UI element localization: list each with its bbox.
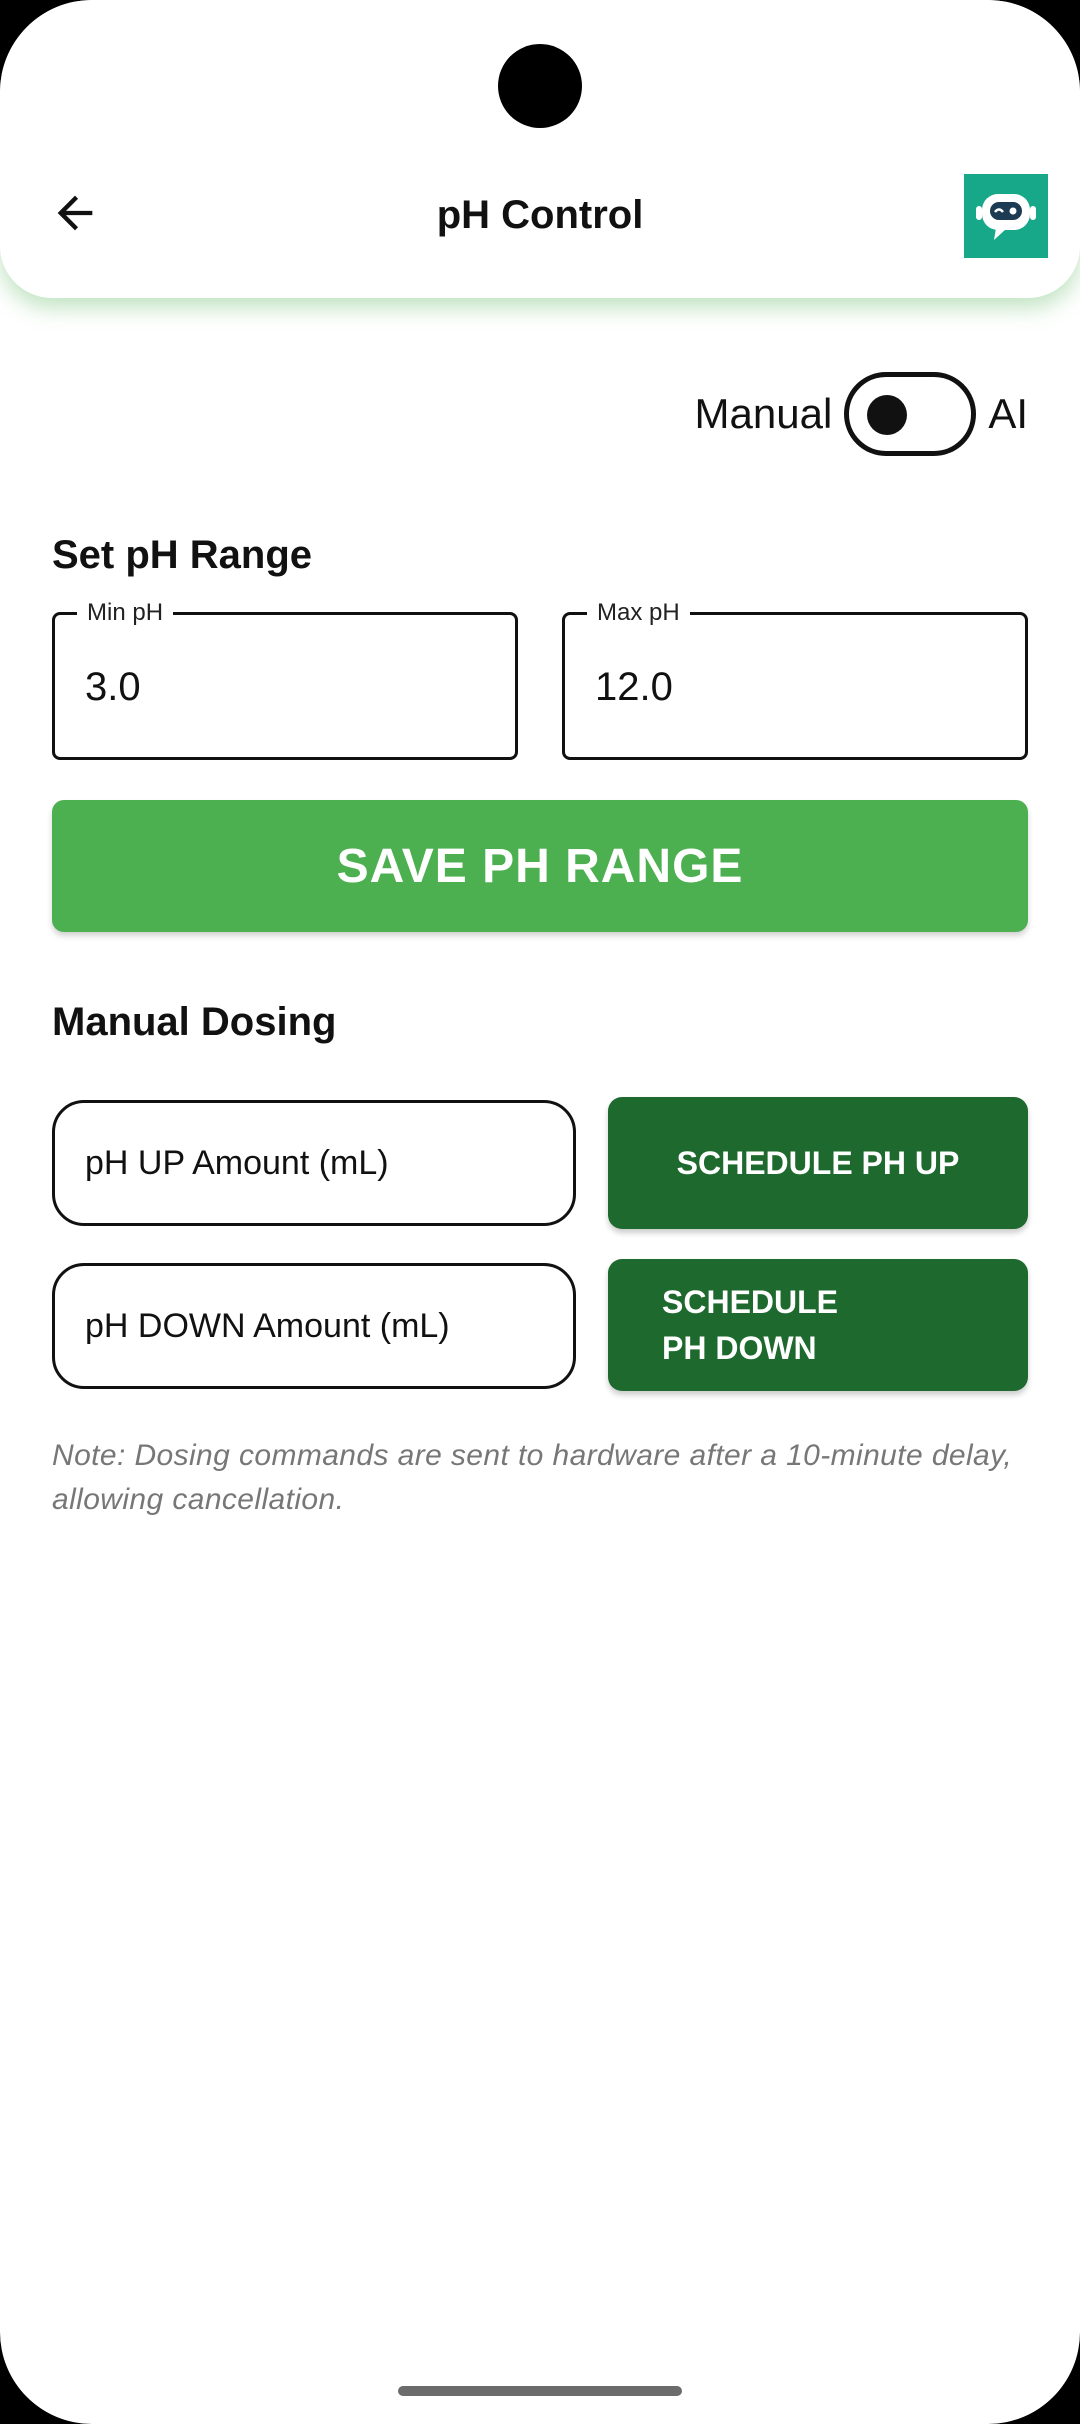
home-indicator[interactable] <box>398 2386 682 2396</box>
set-ph-range-title: Set pH Range <box>52 533 313 577</box>
phone-screen: pH Control Manual AI Set pH Range Min pH… <box>0 0 1080 2424</box>
ph-up-amount-field[interactable] <box>52 1100 576 1226</box>
min-ph-label: Min pH <box>77 599 174 627</box>
min-ph-input[interactable] <box>85 659 465 715</box>
ph-down-amount-field[interactable] <box>52 1263 576 1389</box>
save-ph-range-button[interactable]: SAVE PH RANGE <box>52 800 1028 932</box>
schedule-ph-up-button[interactable]: SCHEDULE PH UP <box>608 1097 1028 1229</box>
app-bar: pH Control <box>0 0 1080 298</box>
mode-toggle[interactable] <box>844 372 977 456</box>
front-camera <box>498 44 582 128</box>
ph-down-amount-input[interactable] <box>85 1298 545 1354</box>
max-ph-label: Max pH <box>587 599 690 627</box>
robot-chat-icon <box>972 180 1040 253</box>
ai-mode-label: AI <box>988 390 1028 437</box>
ph-up-amount-input[interactable] <box>85 1135 545 1191</box>
schedule-ph-down-label: SCHEDULE PH DOWN <box>662 1284 839 1366</box>
schedule-ph-up-label: SCHEDULE PH UP <box>676 1145 960 1181</box>
schedule-ph-down-button[interactable]: SCHEDULE PH DOWN <box>608 1259 1028 1391</box>
min-ph-field[interactable]: Min pH <box>52 599 518 760</box>
page-title: pH Control <box>436 193 644 237</box>
assistant-button[interactable] <box>964 174 1048 258</box>
mode-switch-row: Manual AI <box>695 372 1028 456</box>
max-ph-field[interactable]: Max pH <box>562 599 1028 760</box>
toggle-knob <box>867 395 908 435</box>
manual-mode-label: Manual <box>694 390 833 437</box>
max-ph-input[interactable] <box>595 659 975 715</box>
dosing-note: Note: Dosing commands are sent to hardwa… <box>52 1439 1013 1516</box>
manual-dosing-title: Manual Dosing <box>52 1000 337 1044</box>
